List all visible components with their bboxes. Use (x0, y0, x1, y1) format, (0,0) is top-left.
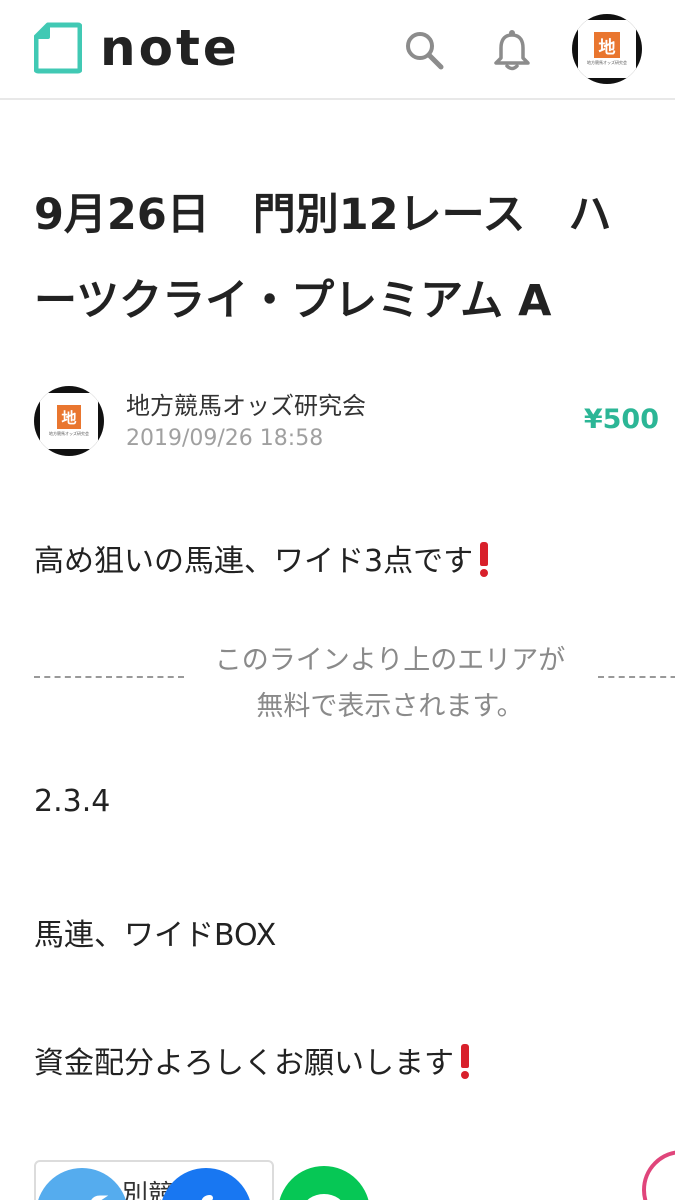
body-paragraph-1: 高め狙いの馬連、ワイド3点です (34, 536, 489, 580)
bell-icon (494, 30, 530, 71)
paywall-divider: このラインより上のエリアが 無料で表示されます。 (0, 636, 675, 726)
search-button[interactable] (402, 28, 446, 72)
body-text-4: 資金配分よろしくお願いします (34, 1046, 454, 1081)
body-text-1: 高め狙いの馬連、ワイド3点です (34, 544, 474, 579)
note-logo[interactable]: note (34, 22, 240, 74)
user-avatar[interactable]: 地 地方競馬オッズ研究会 (572, 14, 642, 84)
article-title: 9月26日 門別12レース ハ ーツクライ・プレミアム A (34, 172, 675, 344)
author-avatar-image: 地 地方競馬オッズ研究会 (40, 393, 98, 449)
like-button[interactable] (642, 1150, 675, 1200)
paywall-notice-line-2: 無料で表示されます。 (256, 691, 524, 722)
body-paragraph-4: 資金配分よろしくお願いします (34, 1038, 470, 1082)
body-text-2: 2.3.4 (34, 784, 111, 819)
author-avatar[interactable]: 地 地方競馬オッズ研究会 (34, 386, 104, 456)
body-text-3: 馬連、ワイドBOX (34, 918, 277, 953)
exclamation-icon (479, 539, 489, 577)
exclamation-icon (460, 1041, 470, 1079)
search-icon (406, 32, 444, 70)
top-header: note 地 地方競馬オッズ研究会 (0, 0, 675, 100)
title-line-1: 9月26日 門別12レース ハ (34, 190, 612, 240)
avatar-char: 地 (594, 32, 620, 58)
twitter-icon (91, 1195, 109, 1200)
author-avatar-char: 地 (57, 405, 81, 429)
paywall-notice-line-1: このラインより上のエリアが (214, 645, 566, 676)
price-label: ¥500 (583, 404, 659, 435)
avatar-image: 地 地方競馬オッズ研究会 (578, 20, 636, 78)
title-line-2: ーツクライ・プレミアム A (34, 276, 552, 326)
body-paragraph-2: 2.3.4 (34, 784, 110, 819)
notification-button[interactable] (490, 28, 534, 72)
dashed-line-left (34, 676, 184, 678)
line-icon (307, 1194, 341, 1200)
author-avatar-caption: 地方競馬オッズ研究会 (49, 431, 89, 436)
note-article-page: note 地 地方競馬オッズ研究会 9月26日 門別12レース ハ ーツクライ・… (0, 0, 675, 1200)
post-date: 2019/09/26 18:58 (126, 426, 324, 451)
body-paragraph-3: 馬連、ワイドBOX (34, 910, 276, 954)
dashed-line-right (598, 676, 675, 678)
line-share-button[interactable] (278, 1166, 370, 1200)
twitter-share-button[interactable] (36, 1168, 128, 1200)
facebook-icon (201, 1195, 213, 1200)
paywall-notice: このラインより上のエリアが 無料で表示されます。 (190, 638, 590, 730)
author-name[interactable]: 地方競馬オッズ研究会 (126, 386, 366, 421)
logo-text: note (100, 19, 240, 77)
facebook-share-button[interactable] (160, 1168, 252, 1200)
avatar-caption: 地方競馬オッズ研究会 (587, 60, 627, 65)
note-logo-icon (34, 22, 82, 74)
